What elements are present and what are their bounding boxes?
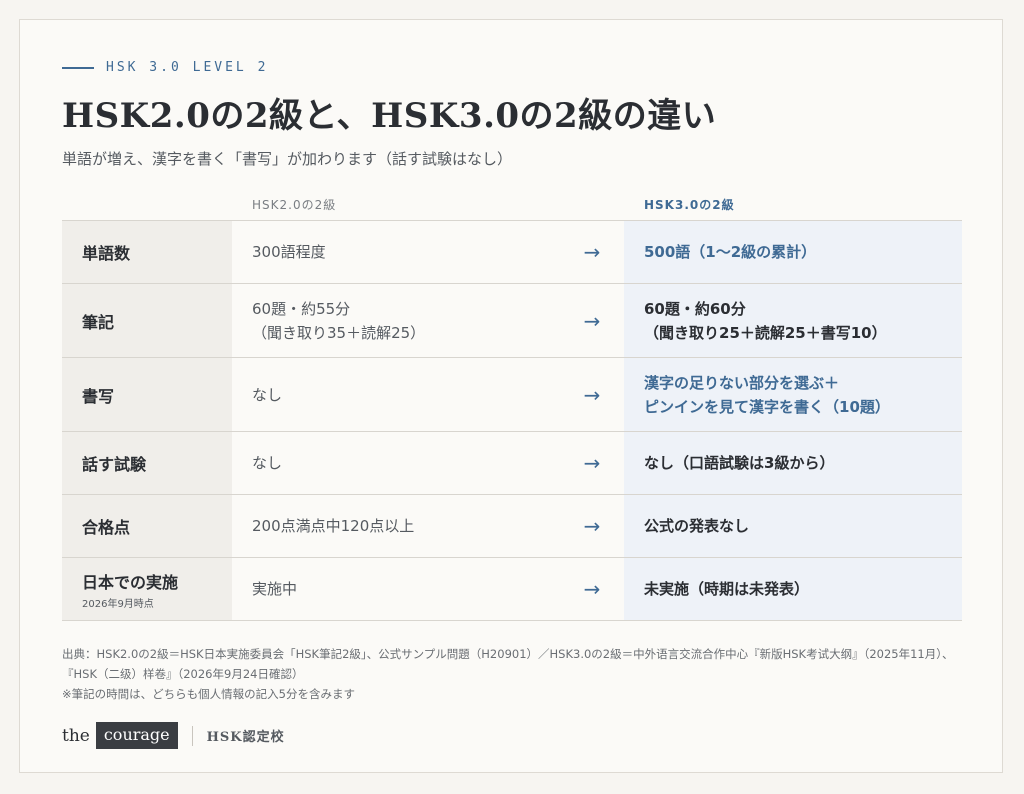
row-label: 書写 xyxy=(82,386,115,406)
row-label-cell: 日本での実施 2026年9月時点 xyxy=(62,558,232,620)
row-label: 話す試験 xyxy=(82,455,147,474)
arrow-icon: → xyxy=(583,514,601,538)
row-label-cell: 書写 xyxy=(62,358,232,431)
old-value: 200点満点中120点以上 xyxy=(252,517,415,535)
table-row-speaking: 話す試験 なし → なし（口語試験は3級から） xyxy=(62,431,962,494)
brand-logo-courage: courage xyxy=(95,722,178,749)
row-label-note: 2026年9月時点 xyxy=(82,598,154,610)
old-value: 60題・約55分 （聞き取り35＋読解25） xyxy=(252,299,426,342)
column-header-old: HSK2.0の2級 xyxy=(252,198,337,212)
row-label: 日本での実施 xyxy=(82,572,179,592)
new-value: なし（口語試験は3級から） xyxy=(624,432,962,494)
new-value: 漢字の足りない部分を選ぶ＋ ピンインを見て漢字を書く（10題） xyxy=(624,358,962,431)
table-row-written: 筆記 60題・約55分 （聞き取り35＋読解25） → 60題・約60分 （聞き… xyxy=(62,283,962,357)
new-value: 未実施（時期は未発表） xyxy=(624,558,962,620)
row-label-cell: 単語数 xyxy=(62,221,232,283)
row-label: 単語数 xyxy=(82,244,131,263)
brand-logo-the: the xyxy=(62,725,90,746)
table-header: HSK2.0の2級 HSK3.0の2級 xyxy=(62,190,962,220)
table-row-vocabulary: 単語数 300語程度 → 500語（1〜2級の累計） xyxy=(62,220,962,283)
arrow-icon: → xyxy=(583,451,601,475)
arrow-icon: → xyxy=(583,577,601,601)
eyebrow-rule xyxy=(62,66,94,69)
old-value: なし xyxy=(252,385,283,404)
info-card: HSK 3.0 LEVEL 2 HSK2.0の2級と、HSK3.0の2級の違い … xyxy=(19,19,1003,773)
arrow-icon: → xyxy=(583,240,601,264)
old-value: 実施中 xyxy=(252,580,298,598)
row-label-cell: 筆記 xyxy=(62,284,232,357)
source-citation: 出典：HSK2.0の2級＝HSK日本実施委員会「HSK筆記2級」、公式サンプル問… xyxy=(62,647,954,681)
eyebrow: HSK 3.0 LEVEL 2 xyxy=(62,60,268,75)
new-value: 公式の発表なし xyxy=(624,495,962,557)
old-value: 300語程度 xyxy=(252,243,326,261)
old-value: なし xyxy=(252,454,283,472)
comparison-table: HSK2.0の2級 HSK3.0の2級 単語数 300語程度 → 500語（1〜… xyxy=(62,190,962,621)
table-row-writing: 書写 なし → 漢字の足りない部分を選ぶ＋ ピンインを見て漢字を書く（10題） xyxy=(62,357,962,431)
eyebrow-text: HSK 3.0 LEVEL 2 xyxy=(106,60,269,75)
table-row-japan-availability: 日本での実施 2026年9月時点 実施中 → 未実施（時期は未発表） xyxy=(62,557,962,621)
new-value: 60題・約60分 （聞き取り25＋読解25＋書写10） xyxy=(624,284,962,357)
brand-footer: the courage HSK認定校 xyxy=(62,722,285,749)
page-subtitle: 単語が増え、漢字を書く「書写」が加わります（話す試験はなし） xyxy=(62,150,513,168)
column-header-new: HSK3.0の2級 xyxy=(644,198,735,212)
footer-divider xyxy=(191,725,193,746)
row-label: 筆記 xyxy=(82,312,115,332)
page-title: HSK2.0の2級と、HSK3.0の2級の違い xyxy=(62,96,717,136)
row-label-cell: 話す試験 xyxy=(62,432,232,494)
new-value: 500語（1〜2級の累計） xyxy=(624,221,962,283)
source-notes: 出典：HSK2.0の2級＝HSK日本実施委員会「HSK筆記2級」、公式サンプル問… xyxy=(62,644,962,704)
arrow-icon: → xyxy=(583,382,601,407)
row-label: 合格点 xyxy=(82,518,131,537)
row-label-cell: 合格点 xyxy=(62,495,232,557)
table-row-passing-score: 合格点 200点満点中120点以上 → 公式の発表なし xyxy=(62,494,962,557)
arrow-icon: → xyxy=(583,308,601,333)
certification-label: HSK認定校 xyxy=(206,730,285,745)
footnote: ※筆記の時間は、どちらも個人情報の記入5分を含みます xyxy=(62,687,355,701)
